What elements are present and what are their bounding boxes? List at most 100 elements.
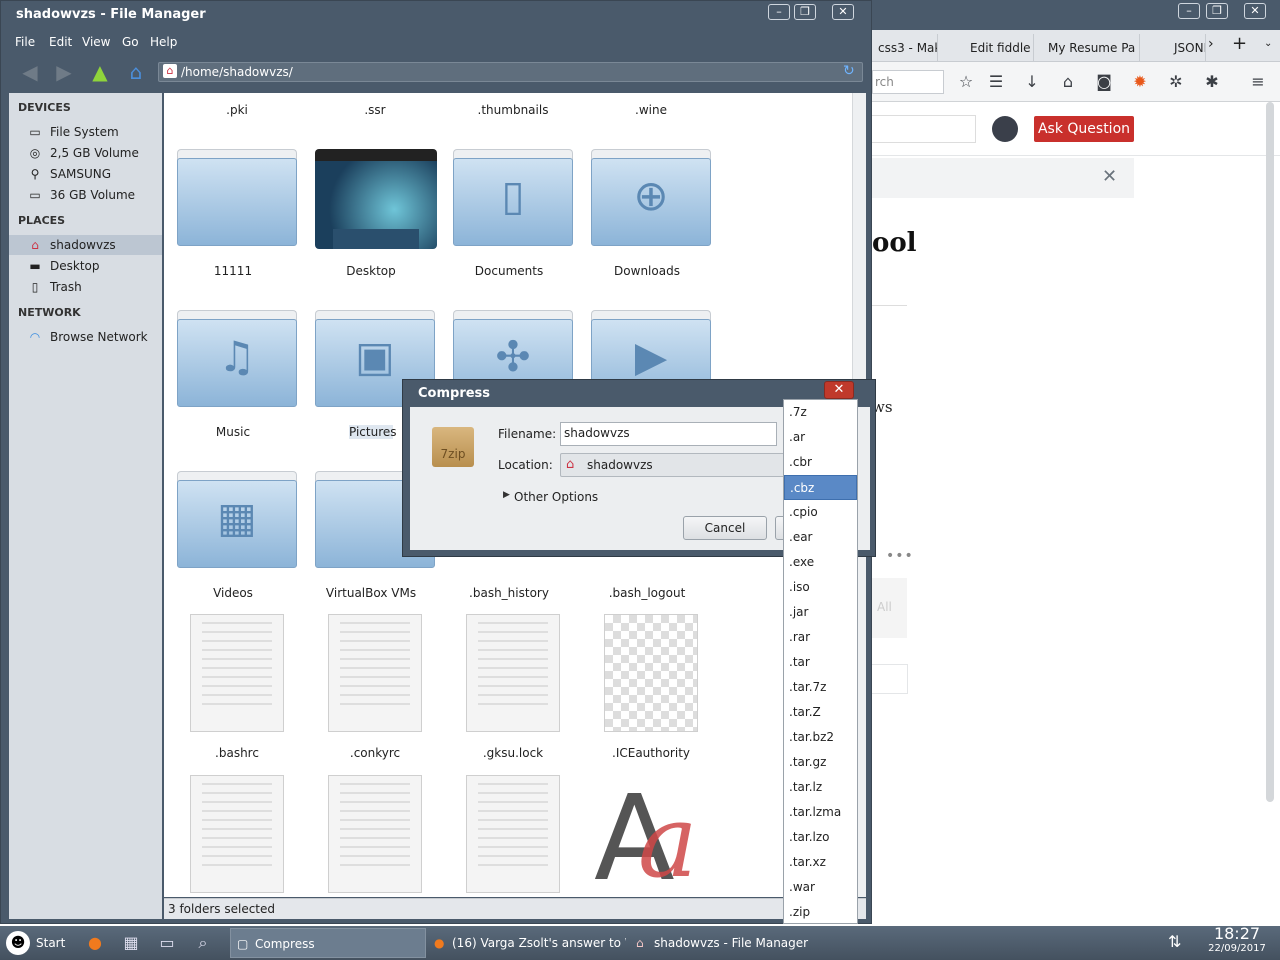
expander-arrow-icon[interactable]: ▶	[503, 490, 510, 500]
dropdown-option[interactable]: .tar.lzma	[784, 800, 857, 825]
menu-file[interactable]: File	[15, 35, 35, 49]
dropdown-option[interactable]: .tar.bz2	[784, 725, 857, 750]
forward-arrow-icon[interactable]: ▶	[51, 59, 77, 85]
file-item[interactable]: .gksu.lock	[440, 614, 570, 764]
dropdown-option[interactable]: .tar.7z	[784, 675, 857, 700]
dropdown-option[interactable]: .exe	[784, 550, 857, 575]
dropdown-option[interactable]: .tar.lz	[784, 775, 857, 800]
menu-go[interactable]: Go	[122, 35, 139, 49]
text-file-icon[interactable]	[466, 775, 560, 893]
download-icon[interactable]: ↓	[1020, 70, 1044, 94]
folder-item[interactable]: ✣	[444, 310, 574, 407]
maximize-icon[interactable]: ❐	[1206, 3, 1228, 19]
search-icon[interactable]: ⌕	[188, 930, 218, 956]
tabs-scroll-right-icon[interactable]: ›	[1208, 36, 1214, 52]
dropdown-option[interactable]: .cpio	[784, 500, 857, 525]
avatar[interactable]	[992, 116, 1018, 142]
hamburger-menu-icon[interactable]: ≡	[1246, 70, 1270, 94]
folder-item[interactable]: ▯ Documents	[444, 149, 574, 279]
dropdown-option[interactable]: .zip	[784, 900, 857, 925]
taskbar-task-file-manager[interactable]: ⌂ shadowvzs - File Manager	[630, 928, 830, 958]
start-button[interactable]: ☻ Start	[6, 930, 66, 956]
dropdown-option[interactable]: .cbr	[784, 450, 857, 475]
sidebar-item-home[interactable]: ⌂ shadowvzs	[9, 235, 162, 255]
extension-bug-icon[interactable]: ✱	[1200, 70, 1224, 94]
address-bar[interactable]: ⌂ /home/shadowvzs/ ↻	[158, 62, 863, 82]
text-file-icon[interactable]	[328, 775, 422, 893]
menu-edit[interactable]: Edit	[49, 35, 72, 49]
pocket-icon[interactable]: ◙	[1092, 70, 1116, 94]
workspace-switcher-icon[interactable]: ▦	[116, 930, 146, 956]
sidebar-item-samsung[interactable]: ⚲ SAMSUNG	[9, 164, 162, 184]
file-item[interactable]: .wine	[586, 93, 716, 117]
folder-item[interactable]: ⊕ Downloads	[582, 149, 712, 279]
sidebar-item-file-system[interactable]: ▭ File System	[9, 122, 162, 142]
all-label[interactable]: All	[877, 600, 892, 614]
clock[interactable]: 18:27 22/09/2017	[1200, 925, 1274, 955]
folder-item[interactable]: ♫ Music	[168, 310, 298, 440]
up-arrow-icon[interactable]: ▲	[87, 59, 113, 85]
dropdown-option[interactable]: .ar	[784, 425, 857, 450]
more-dots-icon[interactable]: •••	[886, 548, 914, 564]
dropdown-option[interactable]: .tar.lzo	[784, 825, 857, 850]
dropdown-option[interactable]: .rar	[784, 625, 857, 650]
menu-help[interactable]: Help	[150, 35, 177, 49]
menu-view[interactable]: View	[82, 35, 110, 49]
other-options-expander[interactable]: Other Options	[514, 490, 598, 504]
sidebar-item-browse-network[interactable]: ◠ Browse Network	[9, 327, 162, 347]
search-input[interactable]: rch	[872, 70, 944, 94]
home-icon[interactable]: ⌂	[1056, 70, 1080, 94]
sidebar-item-trash[interactable]: ▯ Trash	[9, 277, 162, 297]
close-icon[interactable]: ✕	[824, 381, 854, 399]
cancel-button[interactable]: Cancel	[683, 516, 767, 540]
maximize-icon[interactable]: ❐	[794, 4, 816, 20]
sidebar-item-desktop[interactable]: ▬ Desktop	[9, 256, 162, 276]
dropdown-option[interactable]: .tar.xz	[784, 850, 857, 875]
folder-item[interactable]: ▦ Videos	[168, 471, 298, 601]
browser-tab[interactable]: My Resume Pa	[1042, 34, 1140, 62]
new-tab-icon[interactable]: +	[1232, 33, 1247, 54]
minimize-icon[interactable]: –	[768, 4, 790, 20]
file-item[interactable]: .ICEauthority	[578, 614, 708, 764]
network-transfer-icon[interactable]: ⇅	[1168, 932, 1181, 951]
dropdown-option[interactable]: .tar	[784, 650, 857, 675]
dropdown-option[interactable]: .tar.Z	[784, 700, 857, 725]
minimize-icon[interactable]: –	[1178, 3, 1200, 19]
reload-icon[interactable]: ↻	[843, 63, 855, 79]
close-icon[interactable]: ✕	[1244, 3, 1266, 19]
folder-item[interactable]: ▶	[582, 310, 712, 407]
firefox-icon[interactable]: ●	[80, 930, 110, 956]
home-icon[interactable]: ⌂	[123, 59, 149, 85]
file-item[interactable]: .bashrc	[164, 614, 294, 764]
bookmark-star-icon[interactable]: ☆	[954, 70, 978, 94]
tab-list-icon[interactable]: ⌄	[1264, 38, 1272, 49]
back-arrow-icon[interactable]: ◀	[17, 59, 43, 85]
dropdown-option[interactable]: .ear	[784, 525, 857, 550]
dropdown-option[interactable]: .war	[784, 875, 857, 900]
browser-tab[interactable]: JSONL	[1148, 34, 1206, 62]
reading-list-icon[interactable]: ☰	[984, 70, 1008, 94]
dropdown-option[interactable]: .jar	[784, 600, 857, 625]
dropdown-option[interactable]: .cbz	[784, 475, 857, 500]
file-item[interactable]: .thumbnails	[448, 93, 578, 117]
folder-item[interactable]: 11111	[168, 149, 298, 279]
dropdown-option[interactable]: .tar.gz	[784, 750, 857, 775]
taskbar-task-firefox[interactable]: ●(16) Varga Zsolt's answer to W...	[428, 928, 626, 958]
sidebar-item-volume-2-5gb[interactable]: ◎ 2,5 GB Volume	[9, 143, 162, 163]
font-file-icon[interactable]: A a	[594, 769, 714, 907]
location-select[interactable]: ⌂ shadowvzs	[560, 453, 790, 477]
browser-tab[interactable]: Edit fiddle -	[942, 34, 1034, 62]
site-search-input[interactable]	[872, 115, 976, 143]
extension-fire-icon[interactable]: ✹	[1128, 70, 1152, 94]
dropdown-option[interactable]: .iso	[784, 575, 857, 600]
extension-icon[interactable]: ✲	[1164, 70, 1188, 94]
file-manager-icon[interactable]: ▭	[152, 930, 182, 956]
file-item[interactable]: .ssr	[310, 93, 440, 117]
browser-tab[interactable]: css3 - Make	[872, 34, 938, 62]
dropdown-option[interactable]: .7z	[784, 400, 857, 425]
sidebar-item-volume-36gb[interactable]: ▭ 36 GB Volume	[9, 185, 162, 205]
folder-item[interactable]: Desktop	[306, 149, 437, 279]
text-file-icon[interactable]	[190, 775, 284, 893]
close-icon[interactable]: ✕	[832, 4, 854, 20]
filename-field[interactable]: shadowvzs	[560, 422, 777, 446]
